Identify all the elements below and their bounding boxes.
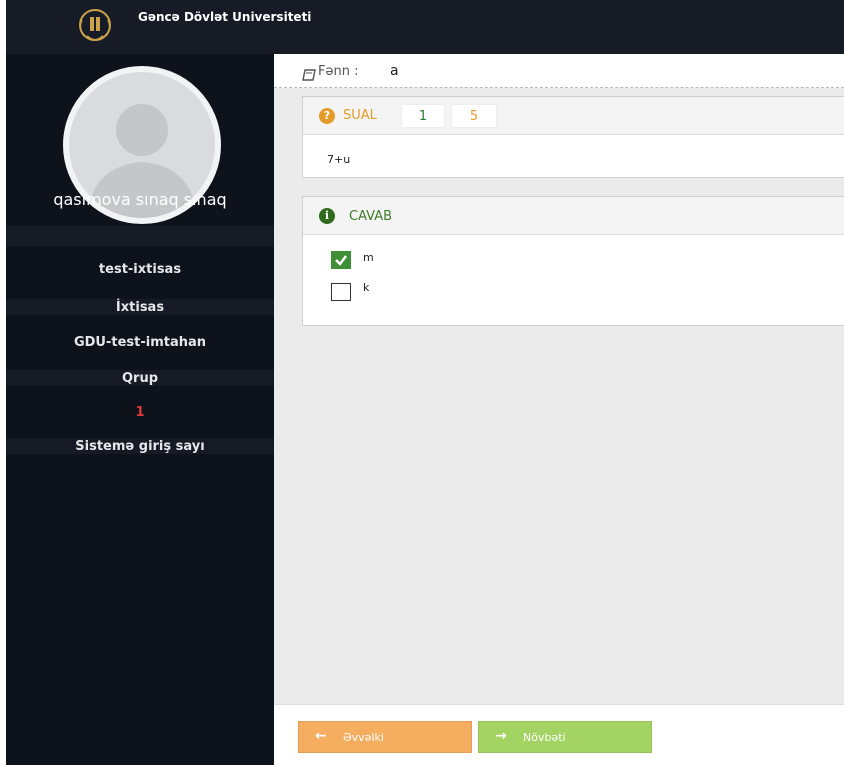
login-count-value: 1 <box>135 405 145 420</box>
question-header: ? SUAL 1 5 <box>303 97 844 135</box>
check-icon <box>335 255 347 266</box>
info-icon: i <box>319 208 335 224</box>
main-content: Fənn : a ? SUAL 1 5 7+u i CAVAB m k <box>274 54 844 704</box>
specialty-label: İxtisas <box>115 300 165 315</box>
sidebar: qasımova sınaq sınaq test-ixtisas İxtisa… <box>6 54 274 765</box>
university-logo-icon <box>74 6 116 48</box>
footer-bar: ← Əvvəlki → Növbəti <box>274 704 844 765</box>
option-checkbox-k[interactable] <box>331 283 351 301</box>
login-count-label: Sistemə giriş sayı <box>75 439 205 454</box>
previous-button[interactable]: ← Əvvəlki <box>298 721 472 753</box>
next-button-label: Növbəti <box>523 731 566 744</box>
question-panel: ? SUAL 1 5 7+u <box>302 96 844 178</box>
question-icon: ? <box>319 108 335 124</box>
university-name: Gəncə Dövlət Universiteti <box>138 10 312 24</box>
subject-label: Fənn : <box>318 64 359 79</box>
specialty-value: test-ixtisas <box>98 262 182 277</box>
option-checkbox-m[interactable] <box>331 251 351 269</box>
question-label: SUAL <box>343 108 377 123</box>
next-button[interactable]: → Növbəti <box>478 721 652 753</box>
question-number: 1 <box>401 104 445 128</box>
answer-header: i CAVAB <box>303 197 844 235</box>
book-icon <box>302 66 316 81</box>
arrow-left-icon: ← <box>315 728 327 744</box>
user-name: qasımova sınaq sınaq <box>53 190 227 209</box>
question-text: 7+u <box>327 153 351 166</box>
question-total: 5 <box>451 104 497 128</box>
sidebar-divider <box>6 226 274 246</box>
group-label: Qrup <box>121 371 159 386</box>
subject-value: a <box>390 63 399 79</box>
exam-value: GDU-test-imtahan <box>73 335 207 350</box>
option-label-m[interactable]: m <box>363 251 374 264</box>
previous-button-label: Əvvəlki <box>343 731 384 744</box>
option-label-k[interactable]: k <box>363 281 369 294</box>
answer-label: CAVAB <box>349 209 393 224</box>
arrow-right-icon: → <box>495 728 507 744</box>
answer-panel: i CAVAB m k <box>302 196 844 326</box>
subject-bar: Fənn : a <box>274 54 844 88</box>
top-bar: Gəncə Dövlət Universiteti <box>6 0 844 54</box>
